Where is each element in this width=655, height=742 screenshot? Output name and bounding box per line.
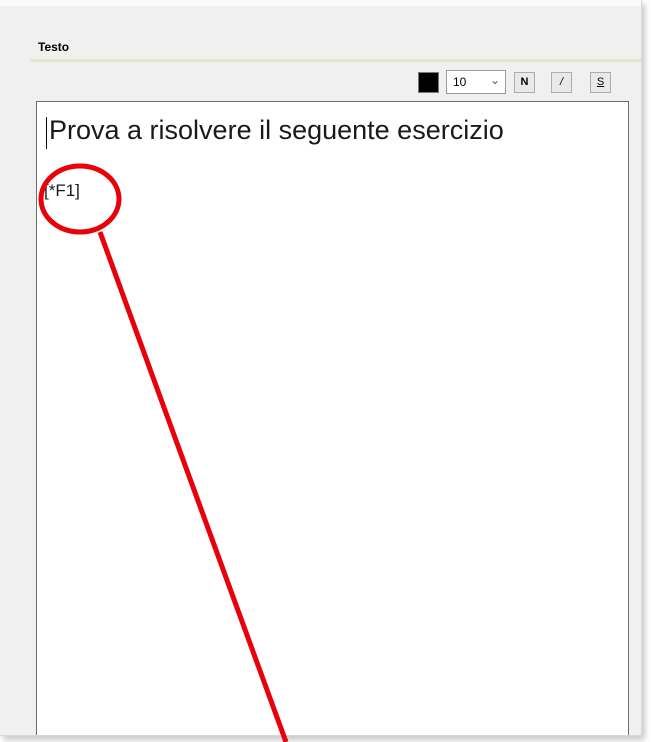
panel-top-strip <box>0 0 641 6</box>
font-color-button[interactable] <box>418 72 439 93</box>
bold-button[interactable]: N <box>514 72 535 93</box>
chevron-down-icon: ⌄ <box>489 73 500 87</box>
text-caret <box>46 117 47 149</box>
strikethrough-button[interactable]: S <box>590 72 611 93</box>
formula-placeholder: [*F1] <box>44 181 80 200</box>
font-size-value: 10 <box>453 75 467 89</box>
section-title: Testo <box>38 40 70 54</box>
format-toolbar: 10 ⌄ N / S <box>418 68 628 98</box>
italic-button[interactable]: / <box>551 72 572 93</box>
section-divider <box>30 59 641 62</box>
text-panel: Testo 10 ⌄ N / S Prova a risolvere il se… <box>0 0 642 736</box>
text-editor[interactable] <box>36 101 629 735</box>
editor-line: Prova a risolvere il seguente esercizio <box>49 115 504 145</box>
font-size-select[interactable]: 10 ⌄ <box>446 70 506 94</box>
